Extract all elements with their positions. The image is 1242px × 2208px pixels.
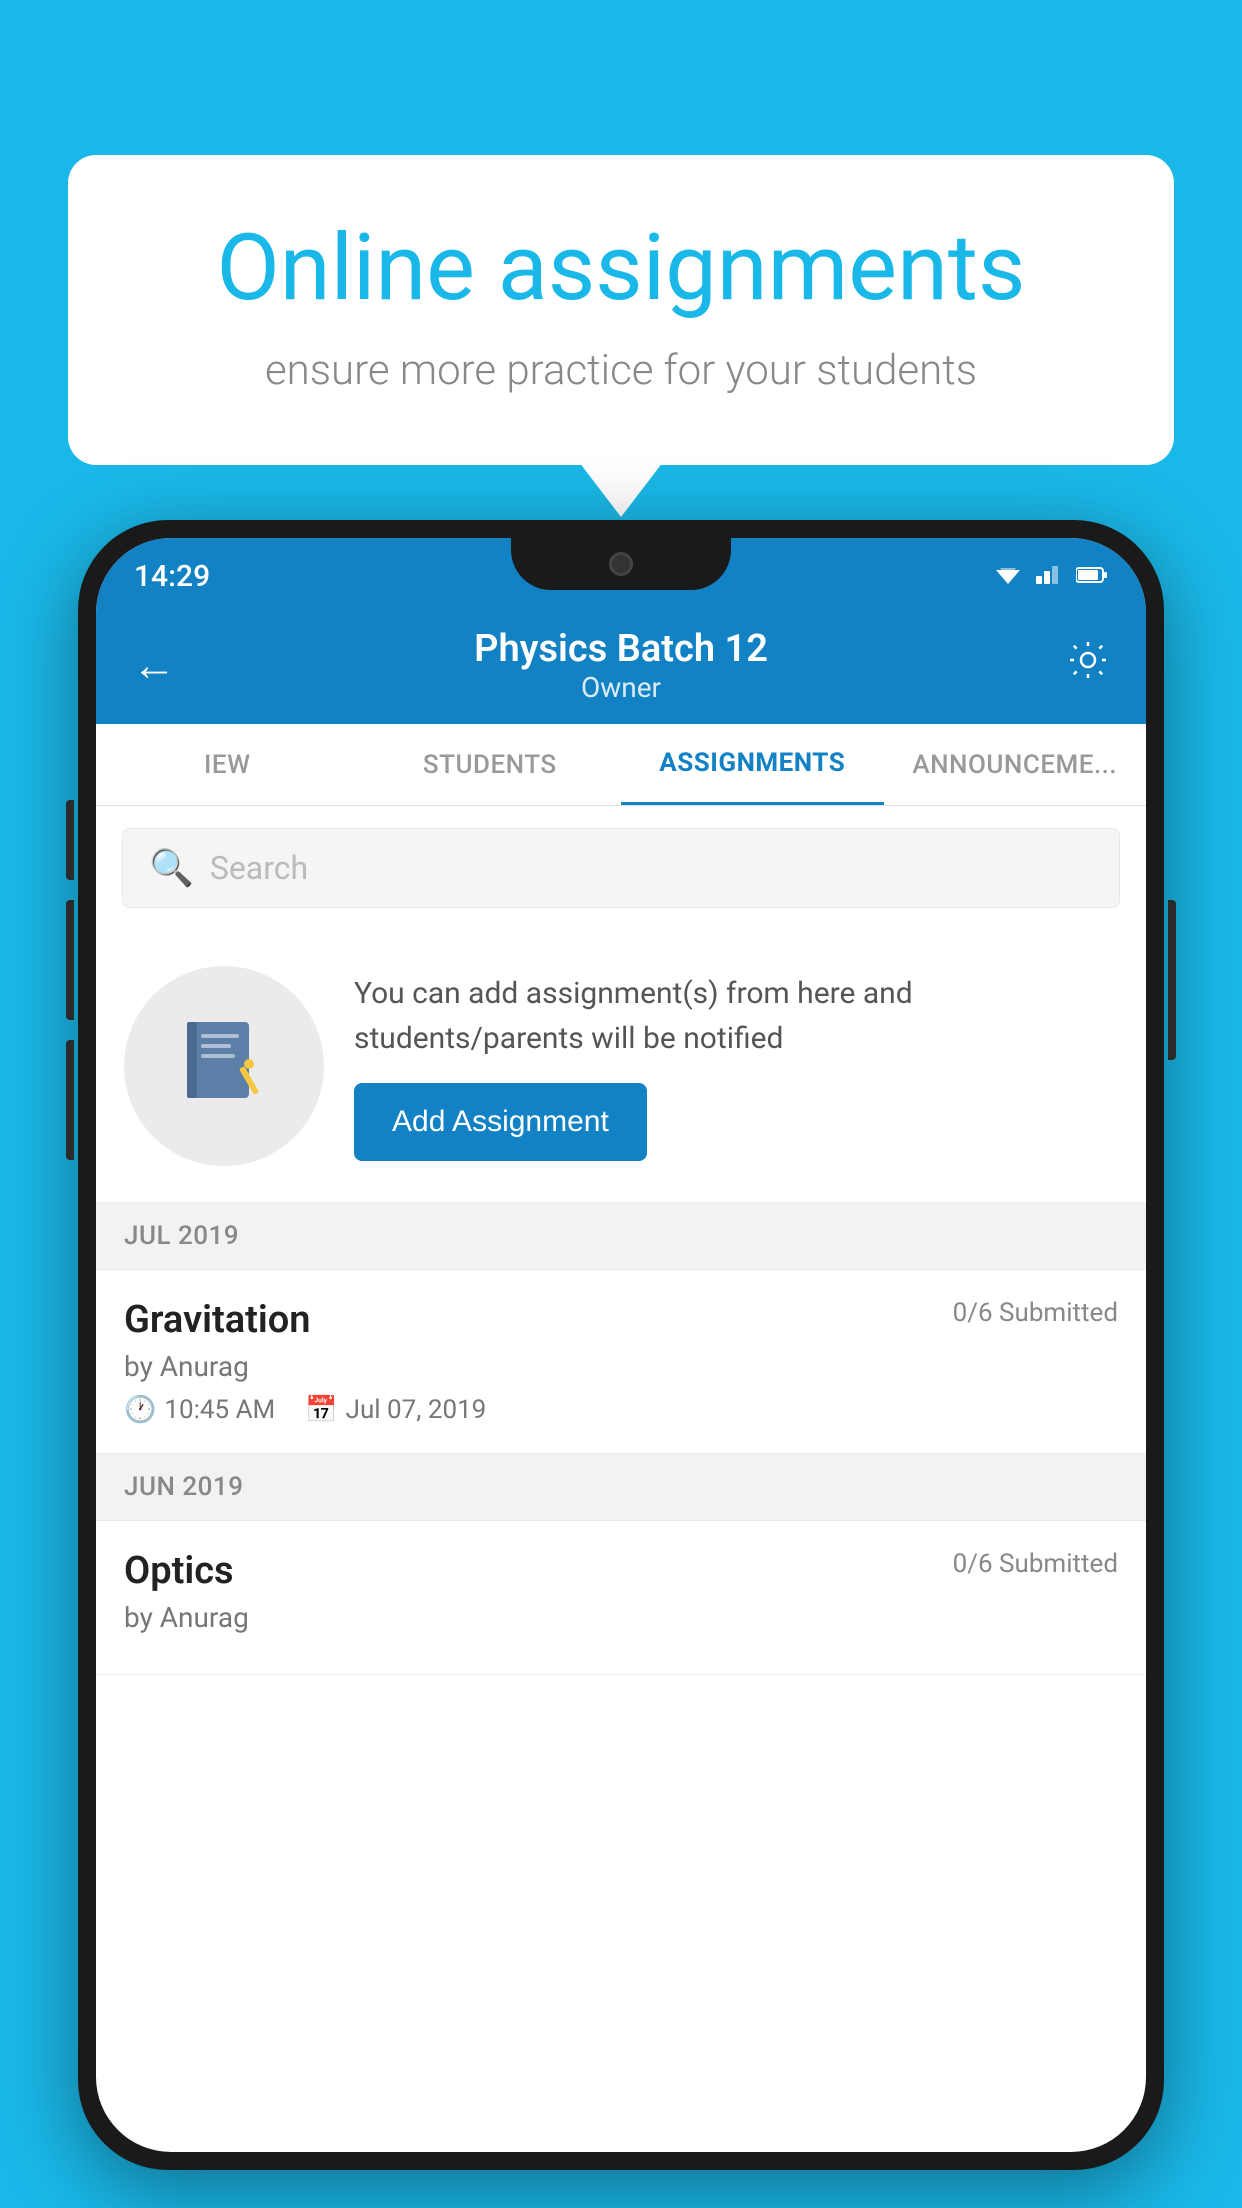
batch-subtitle: Owner <box>474 671 768 704</box>
notebook-icon <box>179 1014 269 1118</box>
tab-announcements-label: ANNOUNCEME... <box>912 750 1117 780</box>
phone-side-button-1 <box>66 800 74 880</box>
speech-bubble-container: Online assignments ensure more practice … <box>68 155 1174 465</box>
tab-students[interactable]: STUDENTS <box>359 724 622 805</box>
search-input[interactable]: Search <box>210 849 308 887</box>
status-time: 14:29 <box>134 559 210 594</box>
promo-title: Online assignments <box>138 215 1104 322</box>
status-icons <box>992 561 1108 591</box>
meta-time-gravitation: 🕐 10:45 AM <box>124 1395 275 1425</box>
section-header-jul: JUL 2019 <box>96 1203 1146 1270</box>
phone-side-button-right <box>1168 900 1176 1060</box>
back-button[interactable]: ← <box>132 639 176 691</box>
tab-students-label: STUDENTS <box>423 750 557 780</box>
info-text: You can add assignment(s) from here and … <box>354 971 1118 1161</box>
meta-date-gravitation: 📅 Jul 07, 2019 <box>305 1395 486 1425</box>
promo-subtitle: ensure more practice for your students <box>138 346 1104 395</box>
tab-bar: IEW STUDENTS ASSIGNMENTS ANNOUNCEME... <box>96 724 1146 806</box>
assignment-author-optics: by Anurag <box>124 1601 1118 1634</box>
calendar-icon: 📅 <box>305 1395 337 1425</box>
assignment-icon-circle <box>124 966 324 1166</box>
wifi-icon <box>992 561 1024 591</box>
tab-assignments[interactable]: ASSIGNMENTS <box>621 724 884 805</box>
assignment-item-header: Gravitation 0/6 Submitted <box>124 1298 1118 1342</box>
phone-notch <box>511 538 731 590</box>
signal-icon <box>1036 561 1064 591</box>
assignment-author-gravitation: by Anurag <box>124 1350 1118 1383</box>
app-header: ← Physics Batch 12 Owner <box>96 606 1146 724</box>
assignment-date-gravitation: Jul 07, 2019 <box>346 1395 487 1425</box>
header-center: Physics Batch 12 Owner <box>474 627 768 704</box>
add-assignment-button[interactable]: Add Assignment <box>354 1083 647 1161</box>
phone-screen: 14:29 <box>96 538 1146 2152</box>
tab-announcements[interactable]: ANNOUNCEME... <box>884 724 1147 805</box>
battery-icon <box>1076 561 1108 591</box>
phone-wrapper: 14:29 <box>78 520 1164 2170</box>
search-container: 🔍 Search <box>96 806 1146 930</box>
info-description: You can add assignment(s) from here and … <box>354 971 1118 1061</box>
search-icon: 🔍 <box>149 847 194 889</box>
info-card: You can add assignment(s) from here and … <box>96 930 1146 1203</box>
section-header-jun-label: JUN 2019 <box>124 1472 243 1502</box>
assignment-submitted-optics: 0/6 Submitted <box>953 1549 1118 1579</box>
assignment-meta-gravitation: 🕐 10:45 AM 📅 Jul 07, 2019 <box>124 1395 1118 1425</box>
search-bar[interactable]: 🔍 Search <box>122 828 1120 908</box>
clock-icon: 🕐 <box>124 1395 156 1425</box>
phone-side-button-2 <box>66 900 74 1020</box>
phone-frame: 14:29 <box>78 520 1164 2170</box>
speech-bubble: Online assignments ensure more practice … <box>68 155 1174 465</box>
section-header-jun: JUN 2019 <box>96 1454 1146 1521</box>
tab-iew[interactable]: IEW <box>96 724 359 805</box>
section-header-jul-label: JUL 2019 <box>124 1221 239 1251</box>
tab-iew-label: IEW <box>204 750 250 780</box>
batch-title: Physics Batch 12 <box>474 627 768 671</box>
assignment-time-gravitation: 10:45 AM <box>164 1395 275 1425</box>
assignment-item-optics[interactable]: Optics 0/6 Submitted by Anurag <box>96 1521 1146 1675</box>
assignment-item-optics-header: Optics 0/6 Submitted <box>124 1549 1118 1593</box>
assignment-item-gravitation[interactable]: Gravitation 0/6 Submitted by Anurag 🕐 10… <box>96 1270 1146 1454</box>
assignment-title-gravitation: Gravitation <box>124 1298 311 1342</box>
settings-button[interactable] <box>1066 638 1110 693</box>
phone-side-button-3 <box>66 1040 74 1160</box>
assignment-submitted-gravitation: 0/6 Submitted <box>953 1298 1118 1328</box>
front-camera <box>609 552 633 576</box>
tab-assignments-label: ASSIGNMENTS <box>659 748 845 778</box>
assignment-title-optics: Optics <box>124 1549 234 1593</box>
